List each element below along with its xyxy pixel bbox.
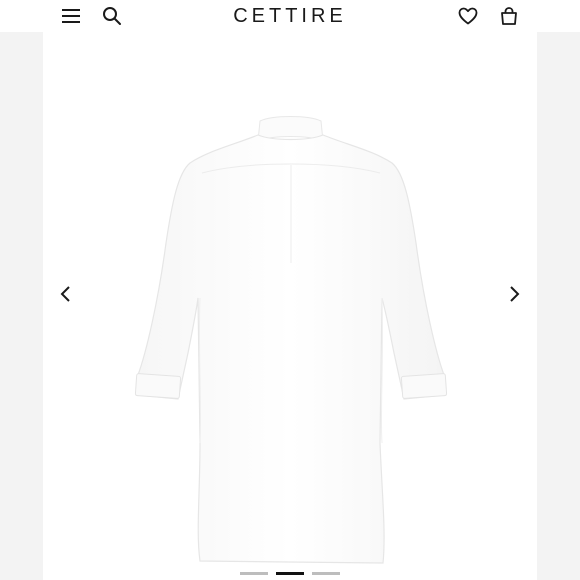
product-page: CETTIRE	[0, 0, 580, 580]
menu-button[interactable]	[58, 3, 84, 29]
product-image	[134, 116, 448, 564]
search-button[interactable]	[99, 3, 125, 29]
slide-indicator-1[interactable]	[240, 572, 268, 575]
top-navigation-bar: CETTIRE	[0, 0, 580, 32]
search-icon	[103, 7, 121, 25]
wishlist-button[interactable]	[455, 3, 481, 29]
chevron-right-icon	[510, 286, 520, 302]
brand-logo[interactable]: CETTIRE	[190, 4, 390, 28]
heart-icon	[458, 7, 478, 25]
slide-indicator-2[interactable]	[276, 572, 304, 575]
right-gutter	[537, 32, 580, 580]
next-image-button[interactable]	[500, 280, 528, 308]
shopping-bag-icon	[501, 7, 517, 25]
chevron-left-icon	[60, 286, 70, 302]
cart-button[interactable]	[496, 3, 522, 29]
slide-indicator-3[interactable]	[312, 572, 340, 575]
left-gutter	[0, 32, 43, 580]
menu-icon	[62, 9, 80, 23]
carousel-pagination	[240, 572, 340, 576]
previous-image-button[interactable]	[52, 280, 80, 308]
